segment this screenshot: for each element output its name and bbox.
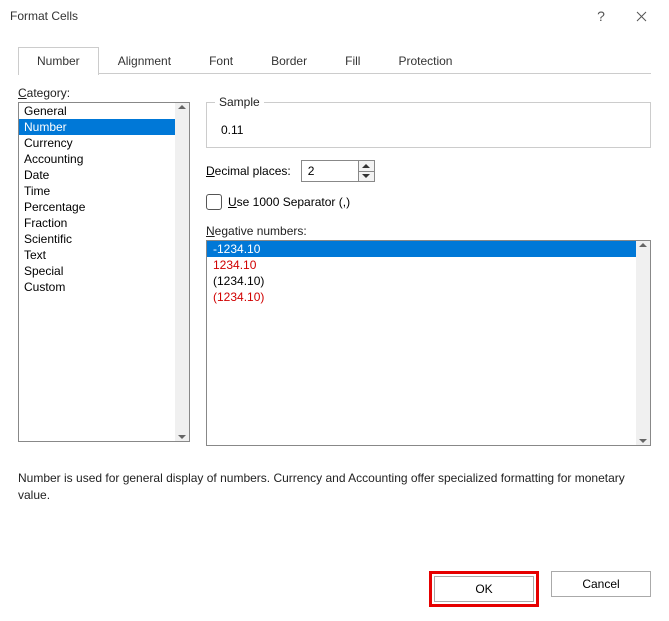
chevron-down-icon [362,173,370,179]
negative-item-3[interactable]: (1234.10) [207,289,636,305]
window-title: Format Cells [10,9,581,23]
category-item-general[interactable]: General [19,103,175,119]
category-item-special[interactable]: Special [19,263,175,279]
negative-scrollbar[interactable] [636,241,650,445]
chevron-up-icon [362,163,370,169]
close-icon [636,11,647,22]
thousands-separator-checkbox[interactable]: Use 1000 Separator (,) [206,194,651,210]
close-button[interactable] [621,2,661,30]
help-icon: ? [597,8,605,24]
tab-protection[interactable]: Protection [379,47,471,75]
tab-fill[interactable]: Fill [326,47,379,75]
tab-strip: Number Alignment Font Border Fill Protec… [18,46,651,74]
checkbox-box [206,194,222,210]
scroll-down-icon [178,433,186,441]
decimal-places-input[interactable] [302,161,358,181]
sample-value: 0.11 [217,123,640,137]
dialog-footer: OK Cancel [429,571,651,607]
category-label: Category: [18,86,651,100]
category-item-scientific[interactable]: Scientific [19,231,175,247]
tab-number[interactable]: Number [18,47,99,75]
scroll-up-icon [178,103,186,111]
negative-numbers-label: Negative numbers: [206,224,651,238]
ok-button[interactable]: OK [434,576,534,602]
spinner-up[interactable] [359,161,374,172]
help-button[interactable]: ? [581,2,621,30]
title-bar: Format Cells ? [0,0,669,32]
category-item-fraction[interactable]: Fraction [19,215,175,231]
decimal-places-spinner[interactable] [301,160,375,182]
category-item-time[interactable]: Time [19,183,175,199]
category-scrollbar[interactable] [175,103,189,441]
negative-numbers-listbox[interactable]: -1234.10 1234.10 (1234.10) (1234.10) [206,240,651,446]
category-item-accounting[interactable]: Accounting [19,151,175,167]
ok-highlight-box: OK [429,571,539,607]
tab-font[interactable]: Font [190,47,252,75]
scroll-up-icon [639,241,647,249]
category-listbox[interactable]: General Number Currency Accounting Date … [18,102,190,442]
cancel-button[interactable]: Cancel [551,571,651,597]
tab-border[interactable]: Border [252,47,326,75]
sample-groupbox: Sample 0.11 [206,102,651,148]
category-item-date[interactable]: Date [19,167,175,183]
tab-alignment[interactable]: Alignment [99,47,190,75]
category-item-text[interactable]: Text [19,247,175,263]
category-item-currency[interactable]: Currency [19,135,175,151]
negative-item-0[interactable]: -1234.10 [207,241,636,257]
sample-legend: Sample [215,95,264,109]
category-item-percentage[interactable]: Percentage [19,199,175,215]
decimal-places-label: Decimal places: [206,164,291,178]
thousands-separator-label: Use 1000 Separator (,) [228,195,350,209]
negative-item-1[interactable]: 1234.10 [207,257,636,273]
negative-item-2[interactable]: (1234.10) [207,273,636,289]
spinner-down[interactable] [359,172,374,182]
description-text: Number is used for general display of nu… [18,470,651,505]
category-item-number[interactable]: Number [19,119,175,135]
category-item-custom[interactable]: Custom [19,279,175,295]
scroll-down-icon [639,437,647,445]
